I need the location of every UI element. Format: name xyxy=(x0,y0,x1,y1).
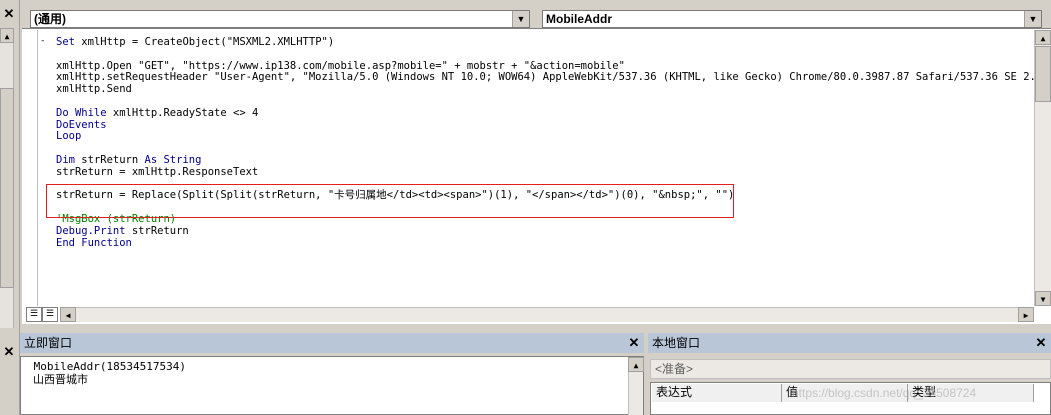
code-token: strReturn = xmlHttp.ResponseText xyxy=(56,165,259,178)
locals-status-text: <准备> xyxy=(655,362,694,376)
code-token: xmlHttp.ReadyState <> 4 xyxy=(112,106,259,119)
code-line[interactable]: Set xmlHttp = CreateObject("MSXML2.XMLHT… xyxy=(56,36,334,48)
code-line[interactable]: Dim strReturn As String xyxy=(56,154,201,166)
arrow-down-icon[interactable]: ▼ xyxy=(1035,291,1051,306)
chevron-down-icon[interactable]: ▼ xyxy=(512,11,529,27)
code-token: As String xyxy=(144,154,202,166)
code-token: Dim xyxy=(56,154,82,166)
arrow-left-icon[interactable]: ◀ xyxy=(60,307,76,322)
code-line[interactable]: xmlHttp.Open "GET", "https://www.ip138.c… xyxy=(56,60,625,72)
locals-status-field: <准备> xyxy=(650,359,1051,379)
code-token: xmlHttp.Send xyxy=(56,83,132,96)
immediate-line: 山西晋城市 xyxy=(33,373,88,386)
code-token: Do While xyxy=(56,106,113,119)
immediate-window-title-text: 立即窗口 xyxy=(24,336,73,350)
code-token: Set xyxy=(56,36,82,48)
immediate-window[interactable]: MobileAddr(18534517534) 山西晋城市 xyxy=(20,356,644,415)
code-token: DoEvents xyxy=(56,118,107,131)
close-icon[interactable]: ✕ xyxy=(1,344,17,360)
object-combo[interactable]: (通用) ▼ xyxy=(30,10,530,28)
code-line[interactable]: xmlHttp.Send xyxy=(56,83,132,95)
code-line[interactable]: Loop xyxy=(56,130,81,142)
code-token: End Function xyxy=(56,236,132,249)
code-token: xmlHttp = CreateObject("MSXML2.XMLHTTP") xyxy=(81,36,335,48)
code-token: strReturn xyxy=(131,224,189,237)
highlight-box xyxy=(46,184,734,218)
scrollbar-thumb[interactable] xyxy=(0,88,14,288)
code-horizontal-scrollbar[interactable] xyxy=(60,307,1034,322)
full-module-view-icon[interactable]: ☰ xyxy=(42,307,58,322)
arrow-up-icon[interactable]: ▲ xyxy=(1035,30,1051,45)
watermark-text: https://blog.csdn.net/qq_39508724 xyxy=(792,386,977,400)
code-token: xmlHttp.Open "GET", "https://www.ip138.c… xyxy=(56,59,625,72)
object-combo-value: (通用) xyxy=(34,12,66,26)
column-header-expression[interactable]: 表达式 xyxy=(652,384,782,402)
close-icon[interactable]: ✕ xyxy=(1033,335,1049,351)
code-line[interactable]: xmlHttp.setRequestHeader "User-Agent", "… xyxy=(56,71,1034,83)
immediate-window-title: 立即窗口 xyxy=(20,333,644,353)
code-line[interactable]: Debug.Print strReturn xyxy=(56,225,189,237)
locals-window-title-text: 本地窗口 xyxy=(652,336,701,350)
close-icon[interactable]: ✕ xyxy=(626,335,642,351)
chevron-down-icon[interactable]: ▼ xyxy=(1024,11,1041,27)
scrollbar-thumb[interactable] xyxy=(1035,46,1051,102)
procedure-combo-value: MobileAddr xyxy=(546,12,612,26)
code-token: Loop xyxy=(56,130,82,143)
code-line[interactable]: DoEvents xyxy=(56,119,107,131)
code-line[interactable]: Do While xmlHttp.ReadyState <> 4 xyxy=(56,107,258,119)
line-marker-icon: - xyxy=(40,36,46,46)
procedure-combo[interactable]: MobileAddr ▼ xyxy=(542,10,1042,28)
code-token: Debug.Print xyxy=(56,224,132,237)
close-icon[interactable]: ✕ xyxy=(1,6,17,22)
margin-indicator-bar xyxy=(24,30,38,306)
code-line[interactable]: strReturn = xmlHttp.ResponseText xyxy=(56,166,258,178)
code-line[interactable]: End Function xyxy=(56,237,132,249)
code-token: xmlHttp.setRequestHeader "User-Agent", "… xyxy=(56,71,1034,84)
arrow-right-icon[interactable]: ▶ xyxy=(1018,307,1034,322)
code-editor[interactable]: Set xmlHttp = CreateObject("MSXML2.XMLHT… xyxy=(24,30,1034,306)
arrow-up-icon[interactable]: ▲ xyxy=(0,28,14,43)
locals-window-title: 本地窗口 xyxy=(648,333,1051,353)
arrow-up-icon[interactable]: ▲ xyxy=(628,357,644,372)
procedure-view-icon[interactable]: ☰ xyxy=(26,307,42,322)
immediate-line: MobileAddr(18534517534) xyxy=(27,360,186,373)
code-token: strReturn xyxy=(81,154,145,166)
